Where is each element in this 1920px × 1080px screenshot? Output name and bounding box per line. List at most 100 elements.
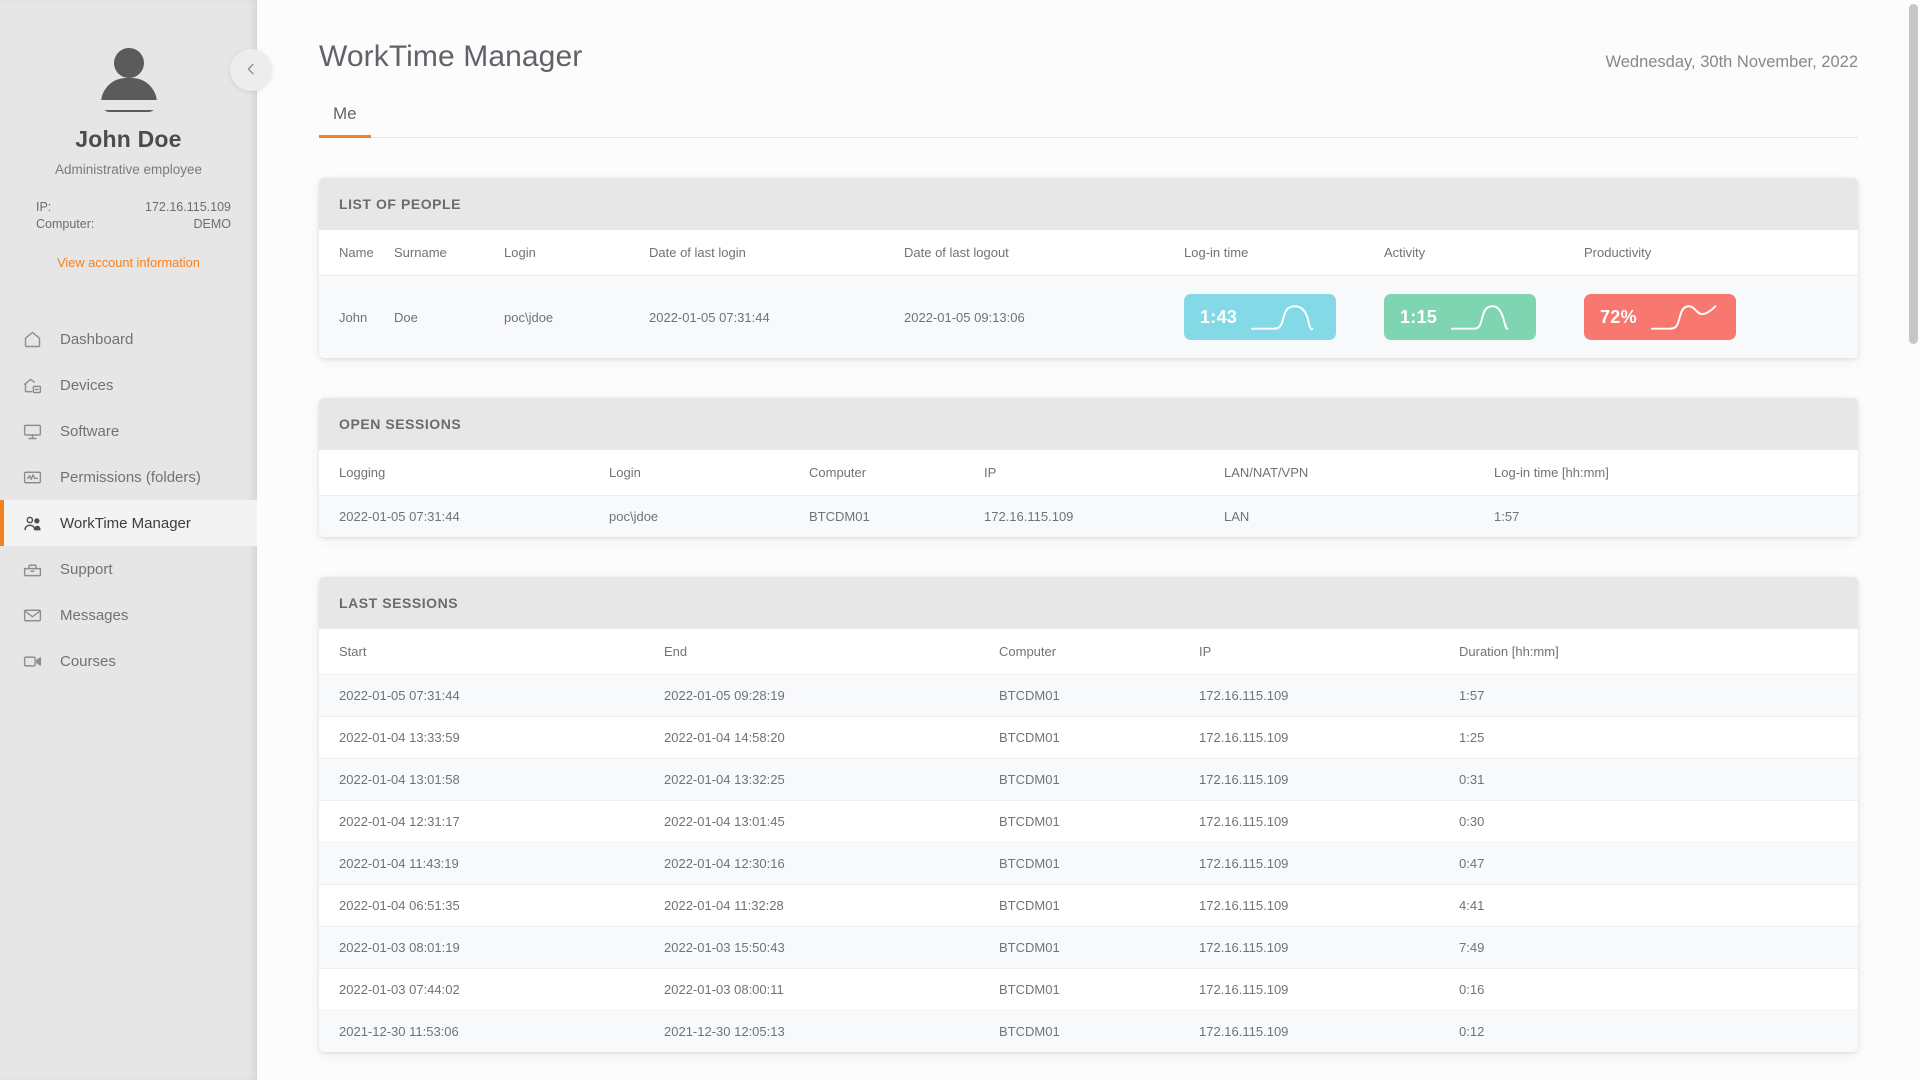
cell-ip: 172.16.115.109 bbox=[984, 509, 1074, 524]
table-header-row: Logging Login Computer IP LAN/NAT/VPN Lo… bbox=[319, 450, 1858, 496]
sidebar-item-devices[interactable]: Devices bbox=[0, 362, 257, 408]
table-row[interactable]: 2022-01-03 08:01:19 2022-01-03 15:50:43 BT… bbox=[319, 926, 1858, 969]
cell-duration: 4:41 bbox=[1459, 884, 1858, 927]
column-header-login-time[interactable]: Log-in time bbox=[1184, 230, 1384, 276]
column-header-last-logout[interactable]: Date of last logout bbox=[904, 230, 1184, 276]
cell-end: 2022-01-04 14:58:20 bbox=[664, 716, 999, 759]
sidebar-item-dashboard[interactable]: Dashboard bbox=[0, 316, 257, 362]
column-header-activity[interactable]: Activity bbox=[1384, 230, 1584, 276]
table-body: 2022-01-05 07:31:44 poc\jdoe BTCDM01 172… bbox=[319, 495, 1858, 537]
sidebar-item-software[interactable]: Software bbox=[0, 408, 257, 454]
sidebar-item-permissions[interactable]: Permissions (folders) bbox=[0, 454, 257, 500]
app-root: John Doe Administrative employee IP: 172… bbox=[0, 0, 1920, 1080]
cell-login: poc\jdoe bbox=[504, 309, 554, 325]
sparkline-icon bbox=[1450, 305, 1509, 330]
permissions-icon bbox=[22, 467, 43, 488]
column-header-login[interactable]: Login bbox=[504, 230, 649, 276]
table-row[interactable]: 2021-12-30 11:53:06 2021-12-30 12:05:13 BT… bbox=[319, 1010, 1858, 1052]
page-scrollbar[interactable] bbox=[1909, 4, 1918, 1074]
cell-ip: 172.16.115.109 bbox=[1199, 842, 1459, 885]
cell-duration: 0:47 bbox=[1459, 842, 1858, 885]
sidebar-item-label: Software bbox=[60, 422, 120, 440]
list-of-people-table: Name Surname Login Date of last login Da… bbox=[319, 230, 1858, 358]
column-header-logging[interactable]: Logging bbox=[319, 450, 609, 496]
column-header-productivity[interactable]: Productivity bbox=[1584, 230, 1858, 276]
cell-computer: BTCDM01 bbox=[999, 758, 1199, 801]
column-header-duration[interactable]: Duration [hh:mm] bbox=[1459, 629, 1858, 675]
login-time-value: 1:43 bbox=[1200, 306, 1238, 327]
user-name: John Doe bbox=[75, 126, 182, 152]
table-row[interactable]: 2022-01-05 07:31:44 2022-01-05 09:28:19 BT… bbox=[319, 674, 1858, 717]
cell-computer: BTCDM01 bbox=[999, 674, 1199, 717]
table-row[interactable]: 2022-01-04 13:01:58 2022-01-04 13:32:25 BT… bbox=[319, 758, 1858, 801]
column-header-end[interactable]: End bbox=[664, 629, 999, 675]
column-header-computer[interactable]: Computer bbox=[999, 629, 1199, 675]
avatar-head bbox=[113, 48, 144, 78]
cell-ip: 172.16.115.109 bbox=[1199, 884, 1459, 927]
last-sessions-table: Start End Computer IP Duration [hh:mm] 2… bbox=[319, 629, 1858, 1052]
cell-ip: 172.16.115.109 bbox=[1199, 1024, 1289, 1039]
table-row[interactable]: 2022-01-05 07:31:44 poc\jdoe BTCDM01 172… bbox=[319, 495, 1858, 537]
cell-start: 2022-01-04 12:31:17 bbox=[319, 800, 664, 843]
devices-icon bbox=[22, 375, 43, 396]
toolbox-icon bbox=[22, 559, 43, 580]
column-header-lan-nat-vpn[interactable]: LAN/NAT/VPN bbox=[1224, 450, 1494, 496]
sidebar-item-label: Courses bbox=[60, 652, 116, 670]
sidebar-item-support[interactable]: Support bbox=[0, 546, 257, 592]
cell-start: 2022-01-03 07:44:02 bbox=[319, 968, 664, 1011]
column-header-computer[interactable]: Computer bbox=[809, 450, 984, 496]
cell-end: 2022-01-03 15:50:43 bbox=[664, 926, 999, 969]
cell-ip: 172.16.115.109 bbox=[1199, 926, 1459, 969]
cell-end: 2022-01-04 13:32:25 bbox=[664, 758, 999, 801]
login-time-badge: 1:43 bbox=[1184, 294, 1336, 340]
table-row[interactable]: 2022-01-04 06:51:35 2022-01-04 11:32:28 BT… bbox=[319, 884, 1858, 927]
avatar-container bbox=[0, 0, 257, 112]
column-header-last-login[interactable]: Date of last login bbox=[649, 230, 904, 276]
cell-ip: 172.16.115.109 bbox=[1199, 674, 1459, 717]
table-head: Start End Computer IP Duration [hh:mm] bbox=[319, 629, 1858, 675]
sidebar-item-label: Support bbox=[60, 560, 113, 578]
sidebar-item-messages[interactable]: Messages bbox=[0, 592, 257, 638]
computer-value: DEMO bbox=[193, 217, 232, 231]
view-account-information-link[interactable]: View account information bbox=[0, 255, 257, 270]
table-body: 2022-01-05 07:31:44 2022-01-05 09:28:19 BT… bbox=[319, 674, 1858, 1052]
table-row[interactable]: 2022-01-03 07:44:02 2022-01-03 08:00:11 BT… bbox=[319, 968, 1858, 1011]
activity-value: 1:15 bbox=[1400, 306, 1438, 327]
user-role: Administrative employee bbox=[54, 162, 203, 177]
cell-duration: 0:30 bbox=[1459, 800, 1858, 843]
cell-end: 2022-01-04 11:32:28 bbox=[664, 884, 999, 927]
sidebar-item-courses[interactable]: Courses bbox=[0, 638, 257, 684]
open-sessions-card: OPEN SESSIONS Logging Login Computer IP … bbox=[319, 398, 1858, 537]
cell-start: 2022-01-05 07:31:44 bbox=[319, 674, 664, 717]
cell-ip: 172.16.115.109 bbox=[1199, 758, 1459, 801]
envelope-icon bbox=[22, 605, 43, 626]
column-header-ip[interactable]: IP bbox=[984, 450, 1224, 496]
avatar-body bbox=[100, 78, 157, 112]
table-row[interactable]: 2022-01-04 12:31:17 2022-01-04 13:01:45 BT… bbox=[319, 800, 1858, 843]
cell-duration: 7:49 bbox=[1459, 926, 1858, 969]
cell-end: 2022-01-04 12:30:16 bbox=[664, 842, 999, 885]
column-header-ip[interactable]: IP bbox=[1199, 629, 1459, 675]
sidebar-item-label: Messages bbox=[60, 606, 129, 624]
open-sessions-title: OPEN SESSIONS bbox=[319, 398, 1858, 450]
table-row[interactable]: 2022-01-04 11:43:19 2022-01-04 12:30:16 BT… bbox=[319, 842, 1858, 885]
cell-date-last-login: 2022-01-05 07:31:44 bbox=[649, 309, 770, 325]
sidebar-collapse-button[interactable] bbox=[230, 49, 272, 91]
cell-end: 2021-12-30 12:05:13 bbox=[664, 1024, 785, 1039]
column-header-start[interactable]: Start bbox=[319, 629, 664, 675]
cell-computer: BTCDM01 bbox=[999, 716, 1199, 759]
cell-end: 2022-01-05 09:28:19 bbox=[664, 674, 999, 717]
table-row[interactable]: John Doe poc\jdoe 2022-01-05 07:31:44 20… bbox=[319, 275, 1858, 358]
sidebar-item-worktime-manager[interactable]: WorkTime Manager bbox=[0, 500, 257, 546]
column-header-login[interactable]: Login bbox=[609, 450, 809, 496]
column-header-login-time[interactable]: Log-in time [hh:mm] bbox=[1494, 450, 1858, 496]
table-head: Name Surname Login Date of last login Da… bbox=[319, 230, 1858, 276]
table-row[interactable]: 2022-01-04 13:33:59 2022-01-04 14:58:20 BT… bbox=[319, 716, 1858, 759]
column-header-surname[interactable]: Surname bbox=[394, 230, 504, 276]
cell-surname: Doe bbox=[394, 309, 418, 325]
column-header-name[interactable]: Name bbox=[319, 230, 394, 276]
tab-me[interactable]: Me bbox=[319, 104, 371, 138]
cell-computer: BTCDM01 bbox=[999, 884, 1199, 927]
list-of-people-card: LIST OF PEOPLE Name Surname Login Date o… bbox=[319, 178, 1858, 358]
scrollbar-thumb[interactable] bbox=[1909, 4, 1918, 344]
